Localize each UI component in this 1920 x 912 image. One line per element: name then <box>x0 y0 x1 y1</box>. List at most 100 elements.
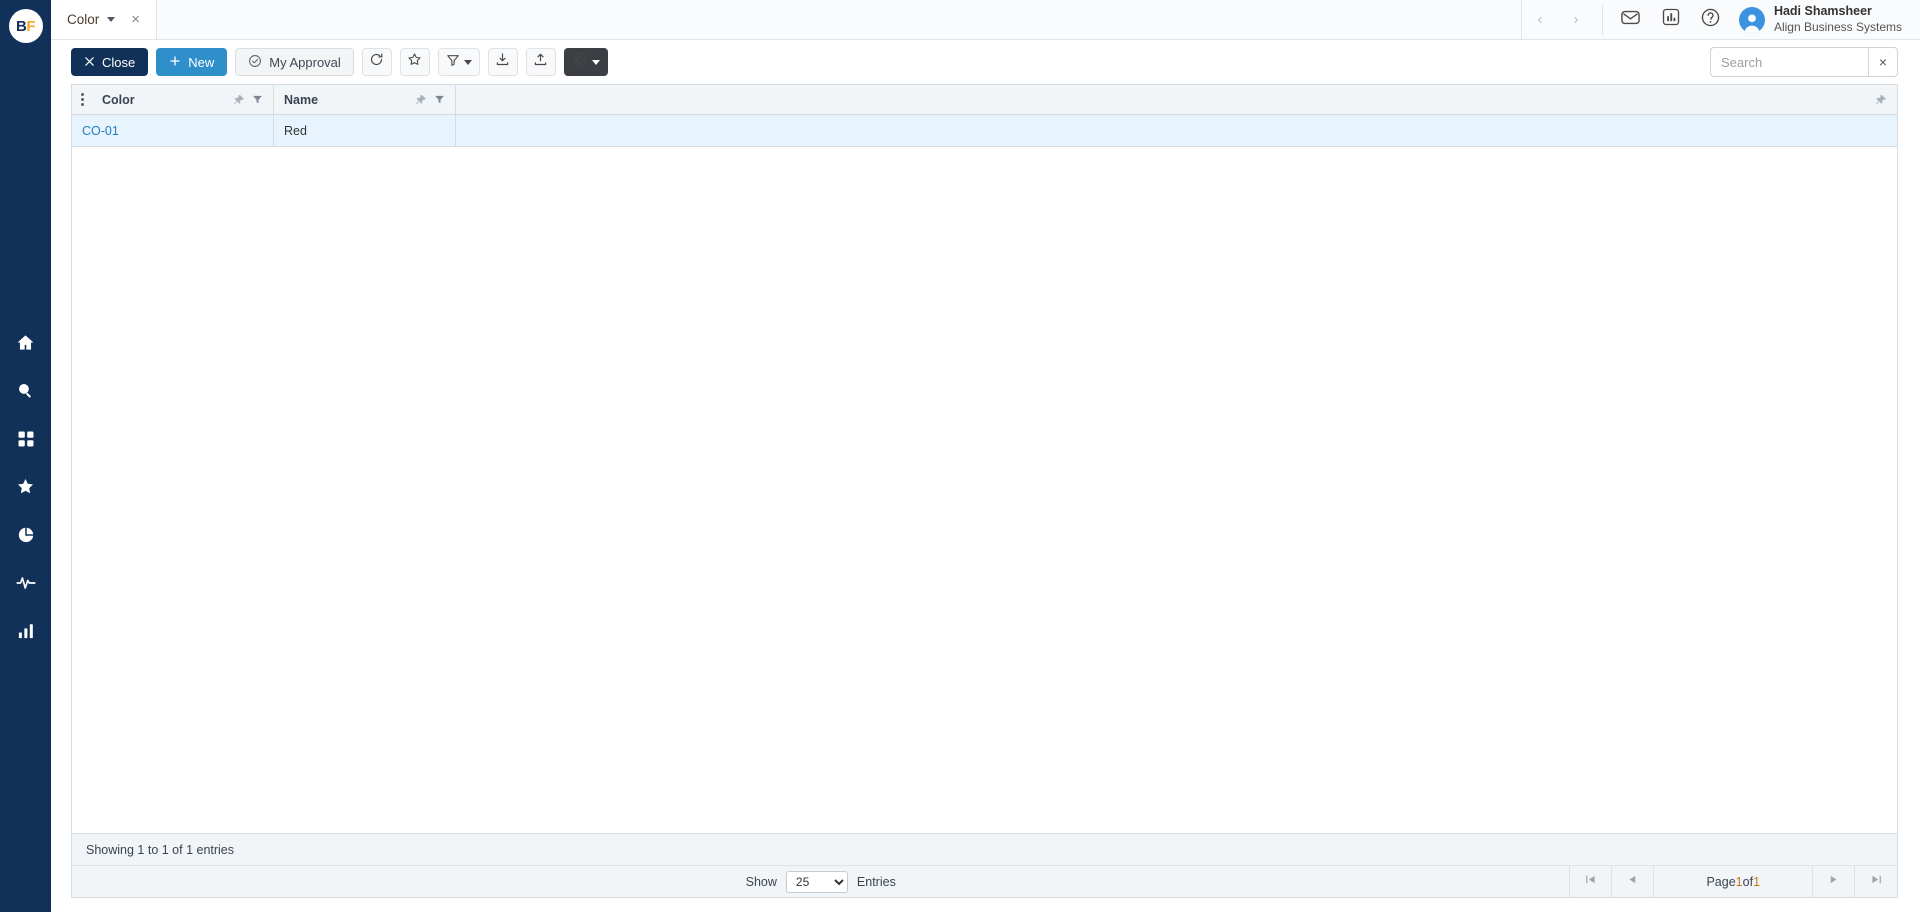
close-button[interactable]: Close <box>71 48 149 76</box>
new-button[interactable]: New <box>156 48 228 76</box>
my-approval-button[interactable]: My Approval <box>235 48 354 76</box>
clear-search-button[interactable]: × <box>1868 47 1898 77</box>
tab-color[interactable]: Color × <box>51 0 158 39</box>
pin-icon[interactable] <box>1875 94 1887 106</box>
page-indicator: Page 1 of 1 <box>1654 865 1814 898</box>
first-page-button[interactable] <box>1570 865 1613 898</box>
cell-name: Red <box>274 115 456 146</box>
search-icon <box>16 381 35 405</box>
last-page-button[interactable] <box>1855 866 1897 898</box>
logo-letter-f: F <box>26 17 35 35</box>
kebab-menu-icon <box>80 93 84 106</box>
pin-icon[interactable] <box>233 94 245 106</box>
favorite-button[interactable] <box>399 48 430 76</box>
user-org: Align Business Systems <box>1773 19 1902 34</box>
tabbar-right: ‹ › Hadi Shamsheer Align Business System… <box>1522 0 1920 39</box>
sidebar-item-activity[interactable] <box>0 561 51 609</box>
nav-next-button[interactable]: › <box>1558 0 1594 40</box>
messages-button[interactable] <box>1611 0 1651 40</box>
grid-add-icon <box>572 52 587 72</box>
user-avatar-icon <box>1744 13 1760 33</box>
column-header-name[interactable]: Name <box>274 85 456 114</box>
views-button[interactable] <box>563 48 608 76</box>
header-divider <box>1601 4 1603 35</box>
left-sidebar: BF <box>0 0 51 912</box>
sidebar-item-favorites[interactable] <box>0 465 51 513</box>
pagination-bar: Show 251050100 Entries <box>72 865 1897 898</box>
grid-area: Color Name CO-01 Red Showing 1 to 1 of 1… <box>51 84 1920 912</box>
entries-label: Entries <box>856 874 896 889</box>
tab-list: Color × <box>51 0 158 39</box>
sidebar-item-analytics[interactable] <box>0 609 51 657</box>
next-page-button[interactable] <box>1813 865 1856 898</box>
nav-prev-button[interactable]: ‹ <box>1522 0 1558 40</box>
page-current: 1 <box>1735 874 1743 889</box>
pie-chart-icon <box>17 526 35 549</box>
user-name: Hadi Shamsheer <box>1773 4 1872 19</box>
chevron-down-icon[interactable] <box>107 17 116 22</box>
close-icon <box>84 55 95 70</box>
logo-letter-b: B <box>15 17 27 35</box>
record-link[interactable]: CO-01 <box>82 124 119 138</box>
grid-scroll: Color Name CO-01 Red <box>72 85 1897 833</box>
search-input[interactable] <box>1710 47 1868 77</box>
dashboards-button[interactable] <box>1651 0 1691 40</box>
entries-summary: Showing 1 to 1 of 1 entries <box>86 842 235 857</box>
data-grid: Color Name CO-01 Red Showing 1 to 1 of 1… <box>71 84 1898 898</box>
sidebar-item-modules[interactable] <box>0 417 51 465</box>
filter-icon[interactable] <box>252 94 263 105</box>
pin-icon[interactable] <box>415 94 427 106</box>
sidebar-item-search[interactable] <box>0 369 51 417</box>
plus-icon <box>169 55 181 70</box>
mail-icon <box>1620 7 1641 33</box>
app-logo[interactable]: BF <box>8 9 43 43</box>
user-info: Hadi Shamsheer Align Business Systems <box>1774 4 1902 35</box>
user-menu[interactable]: Hadi Shamsheer Align Business Systems <box>1731 4 1920 35</box>
grid-icon <box>17 430 35 453</box>
filter-button[interactable] <box>437 48 480 76</box>
tabbar-spacer <box>157 0 1522 39</box>
tab-label: Color <box>67 12 100 27</box>
cell-trailing <box>456 115 1897 146</box>
column-header-name-tools <box>415 94 445 106</box>
filter-icon <box>446 53 460 72</box>
table-body: CO-01 Red <box>72 115 1897 833</box>
page-total: 1 <box>1753 874 1761 889</box>
prev-page-button[interactable] <box>1612 865 1655 898</box>
column-header-trailing <box>456 85 1897 114</box>
search-box: × <box>1710 47 1898 77</box>
help-button[interactable] <box>1691 0 1731 40</box>
sidebar-item-home[interactable] <box>0 321 51 369</box>
column-header-color-tools <box>233 94 263 106</box>
new-button-label: New <box>188 54 215 70</box>
prev-page-icon <box>1626 873 1639 891</box>
star-icon <box>16 477 35 501</box>
column-header-color[interactable]: Color <box>92 85 274 114</box>
table-row[interactable]: CO-01 Red <box>72 115 1897 147</box>
sidebar-item-reports[interactable] <box>0 513 51 561</box>
column-header-color-label: Color <box>102 92 135 107</box>
help-icon <box>1700 7 1721 33</box>
close-icon[interactable]: × <box>131 11 140 28</box>
star-icon <box>407 52 422 72</box>
page-size-control: Show 251050100 Entries <box>745 870 896 893</box>
chevron-down-icon <box>591 59 600 65</box>
page-size-select[interactable]: 251050100 <box>785 870 848 893</box>
main-area: Color × ‹ › Hadi Shamsheer Align Busines… <box>51 0 1920 912</box>
grid-options-button[interactable] <box>72 85 92 114</box>
close-button-label: Close <box>102 54 136 70</box>
export-button[interactable] <box>487 48 518 76</box>
refresh-icon <box>369 52 384 72</box>
chevron-down-icon <box>463 59 472 65</box>
last-page-icon <box>1870 873 1883 891</box>
refresh-button[interactable] <box>361 48 392 76</box>
next-page-icon <box>1827 873 1840 891</box>
check-circle-icon <box>248 54 262 71</box>
chart-icon <box>1661 7 1681 32</box>
filter-icon[interactable] <box>434 94 445 105</box>
activity-icon <box>15 573 36 598</box>
first-page-icon <box>1584 873 1597 891</box>
import-button[interactable] <box>525 48 556 76</box>
show-label: Show <box>745 874 777 889</box>
home-icon <box>16 333 35 357</box>
